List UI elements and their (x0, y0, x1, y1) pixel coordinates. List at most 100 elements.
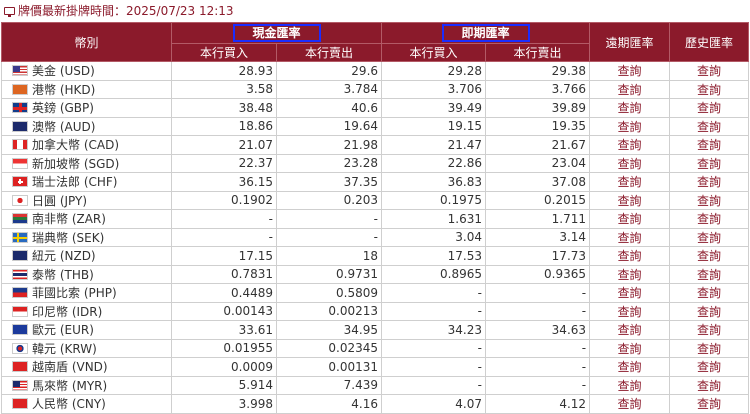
cash-sell-cell: 0.5809 (275, 283, 383, 303)
forward-rate-query-link[interactable]: 查詢 (589, 79, 671, 99)
currency-cell: 越南盾 (VND) (1, 357, 172, 377)
forward-rate-query-link[interactable]: 查詢 (589, 227, 671, 247)
spot-buy-cell: 34.23 (381, 320, 487, 340)
currency-name: 印尼幣 (IDR) (32, 304, 103, 319)
currency-name: 日圓 (JPY) (32, 193, 88, 208)
spot-sell-cell: 39.89 (485, 98, 591, 118)
forward-rate-query-link[interactable]: 查詢 (589, 320, 671, 340)
spot-sell-cell: 3.14 (485, 227, 591, 247)
cash-buy-cell: 18.86 (171, 116, 277, 136)
forward-rate-query-link[interactable]: 查詢 (589, 61, 671, 81)
forward-rate-query-link[interactable]: 查詢 (589, 246, 671, 266)
table-row: 瑞士法郎 (CHF) 36.15 37.35 36.83 37.08 查詢 查詢 (1, 172, 750, 192)
forward-rate-query-link[interactable]: 查詢 (589, 190, 671, 210)
history-rate-query-link[interactable]: 查詢 (669, 227, 750, 247)
kr-flag-icon (12, 342, 28, 354)
history-rate-query-link[interactable]: 查詢 (669, 98, 750, 118)
cash-sell-cell: - (275, 227, 383, 247)
forward-rate-query-link[interactable]: 查詢 (589, 301, 671, 321)
history-rate-query-link[interactable]: 查詢 (669, 61, 750, 81)
cash-buy-cell: - (171, 227, 277, 247)
cash-sell-cell: 23.28 (275, 153, 383, 173)
forward-rate-query-link[interactable]: 查詢 (589, 375, 671, 395)
spot-buy-cell: 36.83 (381, 172, 487, 192)
cash-sell-cell: 0.203 (275, 190, 383, 210)
au-flag-icon (12, 120, 28, 132)
sg-flag-icon (12, 157, 28, 169)
spot-buy-cell: 21.47 (381, 135, 487, 155)
forward-rate-query-link[interactable]: 查詢 (589, 209, 671, 229)
currency-cell: 新加坡幣 (SGD) (1, 153, 172, 173)
history-rate-query-link[interactable]: 查詢 (669, 209, 750, 229)
za-flag-icon (12, 213, 28, 225)
cash-sell-cell: 0.00131 (275, 357, 383, 377)
spot-sell-cell: 37.08 (485, 172, 591, 192)
spot-buy-cell: 3.706 (381, 79, 487, 99)
history-rate-query-link[interactable]: 查詢 (669, 246, 750, 266)
forward-rate-query-link[interactable]: 查詢 (589, 153, 671, 173)
cash-buy-cell: 0.0009 (171, 357, 277, 377)
spot-sell-cell: - (485, 283, 591, 303)
forward-rate-query-link[interactable]: 查詢 (589, 283, 671, 303)
currency-cell: 人民幣 (CNY) (1, 394, 172, 414)
cash-sell-cell: 18 (275, 246, 383, 266)
header-currency: 幣別 (1, 22, 172, 62)
history-rate-query-link[interactable]: 查詢 (669, 79, 750, 99)
currency-name: 美金 (USD) (32, 64, 95, 79)
cash-sell-cell: - (275, 209, 383, 229)
id-flag-icon (12, 305, 28, 317)
currency-cell: 馬來幣 (MYR) (1, 375, 172, 395)
currency-name: 港幣 (HKD) (32, 82, 96, 97)
ca-flag-icon (12, 139, 28, 151)
history-rate-query-link[interactable]: 查詢 (669, 172, 750, 192)
history-rate-query-link[interactable]: 查詢 (669, 338, 750, 358)
history-rate-query-link[interactable]: 查詢 (669, 153, 750, 173)
currency-name: 澳幣 (AUD) (32, 119, 96, 134)
history-rate-query-link[interactable]: 查詢 (669, 394, 750, 414)
spot-buy-cell: - (381, 357, 487, 377)
currency-cell: 菲國比索 (PHP) (1, 283, 172, 303)
table-row: 印尼幣 (IDR) 0.00143 0.00213- - 查詢 查詢 (1, 301, 750, 321)
header-cash-rate: 現金匯率 (170, 22, 383, 44)
spot-buy-cell: 3.04 (381, 227, 487, 247)
history-rate-query-link[interactable]: 查詢 (669, 264, 750, 284)
cash-buy-cell: 3.998 (171, 394, 277, 414)
table-row: 菲國比索 (PHP) 0.4489 0.5809- - 查詢 查詢 (1, 283, 750, 303)
spot-buy-cell: 4.07 (381, 394, 487, 414)
forward-rate-query-link[interactable]: 查詢 (589, 98, 671, 118)
forward-rate-query-link[interactable]: 查詢 (589, 135, 671, 155)
history-rate-query-link[interactable]: 查詢 (669, 357, 750, 377)
spot-sell-cell: 0.9365 (485, 264, 591, 284)
spot-sell-cell: 19.35 (485, 116, 591, 136)
history-rate-query-link[interactable]: 查詢 (669, 135, 750, 155)
history-rate-query-link[interactable]: 查詢 (669, 283, 750, 303)
forward-rate-query-link[interactable]: 查詢 (589, 357, 671, 377)
forward-rate-query-link[interactable]: 查詢 (589, 264, 671, 284)
currency-cell: 紐元 (NZD) (1, 246, 172, 266)
spot-sell-cell: - (485, 375, 591, 395)
currency-name: 歐元 (EUR) (32, 323, 94, 338)
history-rate-query-link[interactable]: 查詢 (669, 375, 750, 395)
forward-rate-query-link[interactable]: 查詢 (589, 172, 671, 192)
header-cash-sell: 本行賣出 (275, 43, 383, 62)
forward-rate-query-link[interactable]: 查詢 (589, 116, 671, 136)
spot-buy-cell: 29.28 (381, 61, 487, 81)
cash-buy-cell: 3.58 (171, 79, 277, 99)
history-rate-query-link[interactable]: 查詢 (669, 320, 750, 340)
cash-buy-cell: 22.37 (171, 153, 277, 173)
forward-rate-query-link[interactable]: 查詢 (589, 394, 671, 414)
table-row: 瑞典幣 (SEK) - -3.04 3.14 查詢 查詢 (1, 227, 750, 247)
spot-buy-cell: 19.15 (381, 116, 487, 136)
table-row: 加拿大幣 (CAD) 21.07 21.98 21.47 21.67 查詢 查詢 (1, 135, 750, 155)
table-row: 越南盾 (VND) 0.0009 0.00131- - 查詢 查詢 (1, 357, 750, 377)
forward-rate-query-link[interactable]: 查詢 (589, 338, 671, 358)
cash-buy-cell: 33.61 (171, 320, 277, 340)
spot-buy-cell: - (381, 375, 487, 395)
currency-name: 人民幣 (CNY) (32, 397, 106, 412)
currency-name: 南非幣 (ZAR) (32, 212, 106, 227)
rate-table-body: 美金 (USD) 28.93 29.6 29.28 29.38 查詢 查詢 港幣 (HKD) 3… (1, 61, 750, 414)
history-rate-query-link[interactable]: 查詢 (669, 301, 750, 321)
history-rate-query-link[interactable]: 查詢 (669, 116, 750, 136)
history-rate-query-link[interactable]: 查詢 (669, 190, 750, 210)
currency-cell: 印尼幣 (IDR) (1, 301, 172, 321)
